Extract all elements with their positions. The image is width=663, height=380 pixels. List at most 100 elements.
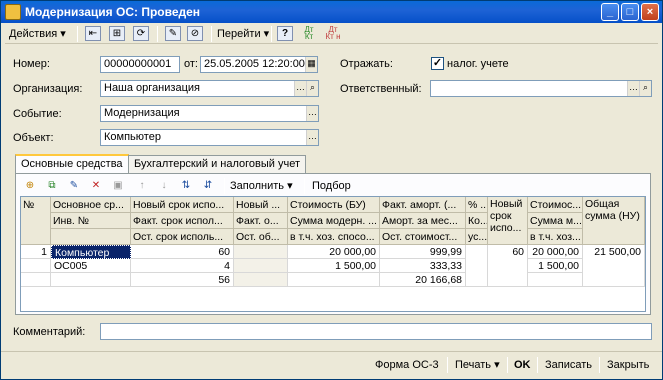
fact-amort-cell[interactable]: 999,99 <box>380 245 466 259</box>
sort-asc-icon[interactable]: ⇅ <box>178 178 194 193</box>
new-term-nu-cell[interactable]: 60 <box>488 245 528 287</box>
minimize-button[interactable]: _ <box>601 3 619 21</box>
column-header[interactable]: Ост. стоимост... <box>380 229 466 245</box>
column-header <box>51 229 131 245</box>
row-cell[interactable] <box>288 273 380 287</box>
ok-button[interactable]: OK <box>514 356 531 374</box>
post-document-icon[interactable]: ✎ <box>165 26 181 41</box>
reflect-label: Отражать: <box>340 58 393 70</box>
tab-accounting[interactable]: Бухгалтерский и налоговый учет <box>128 155 307 173</box>
goto-menu[interactable]: Перейти ▾ <box>217 25 269 43</box>
move-back-icon[interactable]: ⇤ <box>85 26 101 41</box>
actions-menu[interactable]: Действия ▾ <box>9 25 66 43</box>
fixed-assets-table[interactable]: № Основное ср... Инв. № Новый срок испо.… <box>20 196 646 312</box>
number-field[interactable]: 00000000001 <box>100 56 180 73</box>
rest-term-cell[interactable]: 56 <box>131 273 234 287</box>
structure-icon[interactable]: ⊞ <box>109 26 125 41</box>
select-button[interactable]: Подбор <box>312 177 351 195</box>
toolbar-separator <box>77 26 78 42</box>
refresh-icon[interactable]: ⟳ <box>133 26 149 41</box>
modernization-sum-cell[interactable]: 1 500,00 <box>288 259 380 273</box>
row-cell[interactable] <box>528 273 583 287</box>
column-header[interactable]: в т.ч. хоз. спосо... <box>288 229 380 245</box>
number-label: Номер: <box>13 58 50 70</box>
column-header[interactable]: Ост. об... <box>234 229 288 245</box>
amort-month-cell[interactable]: 333,33 <box>380 259 466 273</box>
organization-value: Наша организация <box>104 82 200 94</box>
column-header[interactable]: Новый срок испо... <box>131 197 234 213</box>
column-header[interactable]: Новый срок испо... <box>488 197 528 245</box>
event-label: Событие: <box>13 108 62 120</box>
select-icon[interactable]: … <box>294 81 306 96</box>
form-os3-button[interactable]: Форма ОС-3 <box>375 356 439 374</box>
column-header[interactable]: Факт. о... <box>234 213 288 229</box>
column-header[interactable]: Факт. срок испол... <box>131 213 234 229</box>
column-header[interactable]: % ... <box>466 197 488 213</box>
select-icon[interactable]: … <box>306 106 318 121</box>
cost-cell[interactable]: 20 000,00 <box>288 245 380 259</box>
print-menu[interactable]: Печать ▾ <box>455 356 500 374</box>
fact-term-cell[interactable]: 4 <box>131 259 234 273</box>
row-cell[interactable] <box>234 259 288 273</box>
event-field[interactable]: Модернизация … <box>100 105 319 122</box>
column-header[interactable]: Инв. № <box>51 213 131 229</box>
dt-kt-icon[interactable]: Дт Кт <box>301 26 317 41</box>
edit-row-icon[interactable]: ✎ <box>66 178 82 193</box>
column-header[interactable]: Стоимос... <box>528 197 583 213</box>
column-header[interactable]: в т.ч. хоз... <box>528 229 583 245</box>
save-button[interactable]: Записать <box>545 356 592 374</box>
inventory-number-cell[interactable]: ОС005 <box>51 259 131 273</box>
tab-fixed-assets[interactable]: Основные средства <box>15 154 129 174</box>
row-cell[interactable] <box>234 273 288 287</box>
date-field[interactable]: 25.05.2005 12:20:00 ▦ <box>200 56 318 73</box>
window-title: Модернизация ОС: Проведен <box>25 5 201 19</box>
new-term-cell[interactable]: 60 <box>131 245 234 259</box>
column-header[interactable]: Сумма м... <box>528 213 583 229</box>
organization-field[interactable]: Наша организация … ⌕ <box>100 80 319 97</box>
responsible-field[interactable]: … ⌕ <box>430 80 652 97</box>
column-header[interactable]: ус... <box>466 229 488 245</box>
comment-field[interactable] <box>100 323 652 340</box>
column-header[interactable]: Новый ... <box>234 197 288 213</box>
unpost-document-icon[interactable]: ⊘ <box>187 26 203 41</box>
object-field[interactable]: Компьютер … <box>100 129 319 146</box>
column-header[interactable]: Стоимость (БУ) <box>288 197 380 213</box>
maximize-button[interactable]: □ <box>621 3 639 21</box>
select-icon[interactable]: … <box>627 81 639 96</box>
column-header[interactable]: № <box>21 197 51 245</box>
close-form-button[interactable]: Закрыть <box>607 356 649 374</box>
select-icon[interactable]: … <box>306 130 318 145</box>
row-cell[interactable] <box>466 245 488 287</box>
sort-desc-icon[interactable]: ⇵ <box>200 178 216 193</box>
copy-row-icon[interactable]: ⧉ <box>44 178 60 193</box>
column-header[interactable]: Общая сумма (НУ) <box>583 197 645 245</box>
rest-cost-cell[interactable]: 20 166,68 <box>380 273 466 287</box>
calendar-icon[interactable]: ▦ <box>305 57 317 72</box>
delete-row-icon[interactable]: ✕ <box>88 178 104 193</box>
grid-toolbar: ⊕ ⧉ ✎ ✕ ▣ ↑ ↓ ⇅ ⇵ Заполнить ▾ Подбор <box>20 176 646 196</box>
print-label: Печать <box>455 359 492 371</box>
column-header[interactable]: Ост. срок исполь... <box>131 229 234 245</box>
fill-menu[interactable]: Заполнить ▾ <box>230 177 293 195</box>
dt-kt-n-icon[interactable]: Дт Кт н <box>325 26 341 41</box>
tax-accounting-label: налог. учете <box>447 58 509 70</box>
column-header[interactable]: Основное ср... <box>51 197 131 213</box>
toolbar-separator <box>507 357 508 373</box>
column-header[interactable]: Аморт. за мес... <box>380 213 466 229</box>
column-header[interactable]: Сумма модерн. ... <box>288 213 380 229</box>
cost-nu-cell[interactable]: 20 000,00 <box>528 245 583 259</box>
open-icon[interactable]: ⌕ <box>306 81 318 96</box>
column-header[interactable]: Факт. аморт. (... <box>380 197 466 213</box>
toolbar-separator <box>157 26 158 42</box>
total-nu-cell[interactable]: 21 500,00 <box>583 245 645 287</box>
tax-accounting-checkbox[interactable]: ✓ <box>431 57 444 70</box>
add-row-icon[interactable]: ⊕ <box>22 178 38 193</box>
asset-cell[interactable]: Компьютер <box>51 245 131 259</box>
sum-m-cell[interactable]: 1 500,00 <box>528 259 583 273</box>
column-header[interactable]: Ко... <box>466 213 488 229</box>
row-cell[interactable] <box>234 245 288 259</box>
open-icon[interactable]: ⌕ <box>639 81 651 96</box>
close-button[interactable]: × <box>641 3 659 21</box>
help-icon[interactable]: ? <box>277 26 293 41</box>
fixed-assets-panel: ⊕ ⧉ ✎ ✕ ▣ ↑ ↓ ⇅ ⇵ Заполнить ▾ Подбор № О… <box>15 173 651 315</box>
